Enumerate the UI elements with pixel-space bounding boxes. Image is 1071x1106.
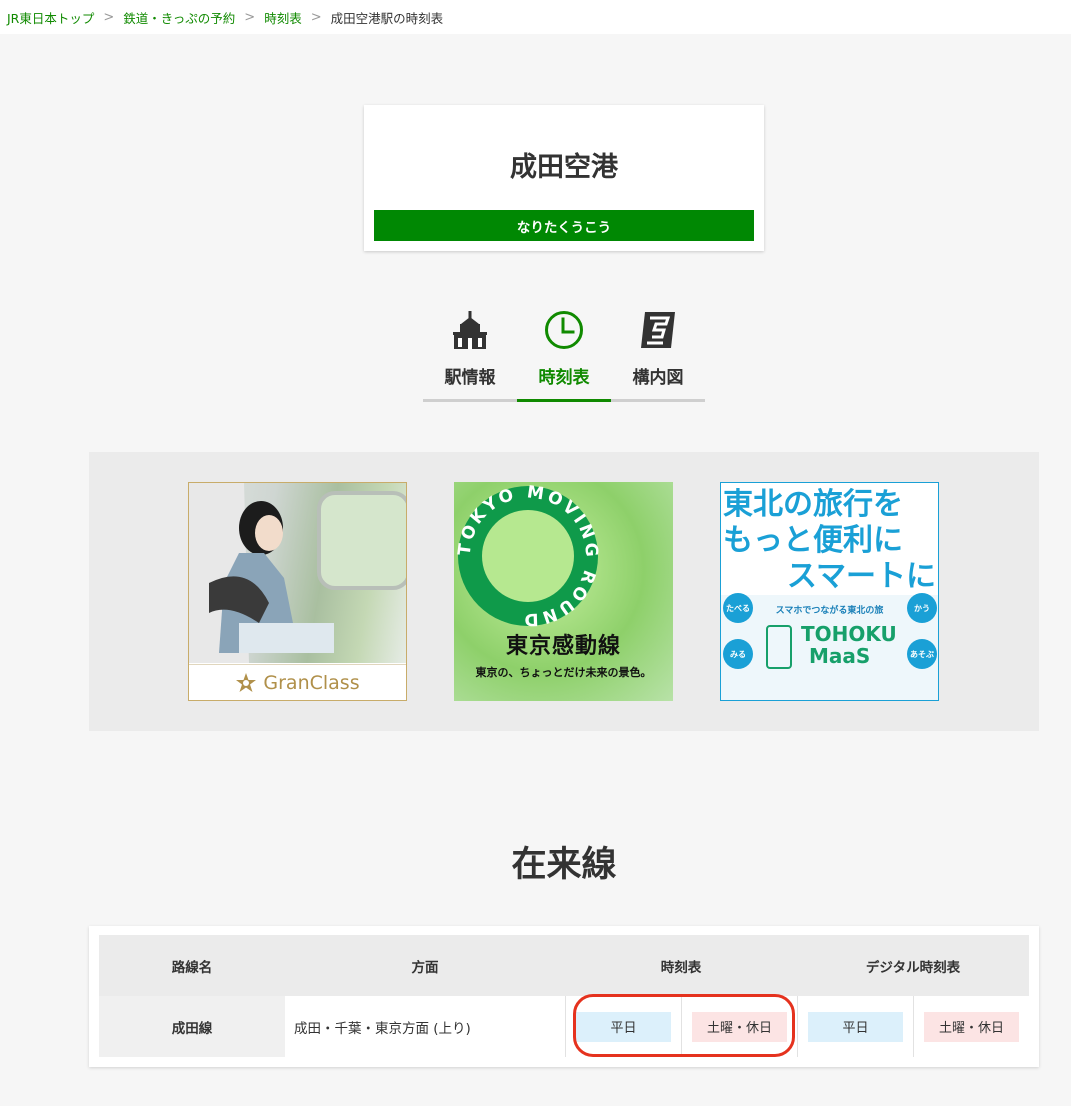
station-tabs: 駅情報 時刻表 構内図 (423, 306, 705, 402)
digital-timetable-holiday-button[interactable]: 土曜・休日 (924, 1011, 1019, 1042)
granclass-logo: GranClass (263, 672, 360, 694)
header-direction: 方面 (411, 959, 439, 976)
clock-icon (545, 311, 583, 349)
tohoku-brand-line1: TOHOKU (801, 622, 897, 646)
chevron-right-icon: > (244, 9, 256, 25)
breadcrumb-link-reservation[interactable]: 鉄道・きっぷの予約 (123, 8, 235, 27)
header-line-name: 路線名 (171, 959, 213, 976)
cell-digital-holiday: 土曜・休日 (913, 996, 1029, 1057)
tab-timetable[interactable]: 時刻表 (517, 306, 611, 402)
timetable-holiday-button[interactable]: 土曜・休日 (692, 1011, 787, 1042)
tohoku-bubble-eat: たべる (723, 593, 753, 623)
tab-station-info[interactable]: 駅情報 (423, 306, 517, 402)
tab-label: 構内図 (632, 368, 684, 388)
tohoku-maas-logo: TOHOKU MaaS (801, 623, 897, 667)
granclass-star-icon (236, 673, 257, 692)
smartphone-icon (766, 625, 792, 669)
banner-tokyo-moving-round[interactable]: TOKYO MOVING ROUND 東京感動線 東京の、ちょっとだけ未来の景色… (454, 482, 673, 701)
tohoku-lower: スマホでつながる東北の旅 たべる かう みる あそぶ TOHOKU MaaS (721, 593, 938, 700)
banner-area: GranClass TOKYO MOVING ROUND 東京感動線 東京の、ち… (89, 452, 1039, 731)
cell-line-name: 成田線 (99, 996, 285, 1057)
header-timetable: 時刻表 (660, 959, 702, 976)
breadcrumb-link-timetable[interactable]: 時刻表 (264, 8, 302, 27)
table-header: 路線名 方面 時刻表 デジタル時刻表 (99, 935, 1029, 996)
timetable-table: 路線名 方面 時刻表 デジタル時刻表 成田線 成田・千葉・東京方面 (上り) 平… (89, 926, 1039, 1067)
tm-ring-label: TOKYO MOVING ROUND (455, 482, 599, 629)
tohoku-brand-line2: MaaS (809, 644, 871, 668)
tab-label: 時刻表 (538, 368, 590, 388)
breadcrumb-link-jr-east-top[interactable]: JR東日本トップ (7, 8, 94, 27)
cell-holiday: 土曜・休日 (681, 996, 797, 1057)
digital-timetable-weekday-button[interactable]: 平日 (808, 1011, 903, 1042)
station-name: 成田空港 (510, 152, 618, 183)
chevron-right-icon: > (310, 9, 322, 25)
granclass-photo (189, 483, 406, 663)
granclass-footer: GranClass (189, 664, 406, 700)
svg-text:TOKYO MOVING ROUND: TOKYO MOVING ROUND (455, 482, 602, 629)
banner-granclass[interactable]: GranClass (188, 482, 407, 701)
breadcrumb: JR東日本トップ > 鉄道・きっぷの予約 > 時刻表 > 成田空港駅の時刻表 (0, 0, 1071, 34)
tohoku-bubble-see: みる (723, 639, 753, 669)
tohoku-tagline: スマホでつながる東北の旅 (775, 606, 884, 616)
tm-title: 東京感動線 (505, 634, 621, 659)
tm-subtitle: 東京の、ちょっとだけ未来の景色。 (475, 666, 652, 679)
header-digital-timetable: デジタル時刻表 (865, 959, 961, 976)
tab-label: 駅情報 (444, 368, 496, 388)
breadcrumb-current: 成田空港駅の時刻表 (330, 10, 444, 26)
section-title-conventional-lines: 在来線 (511, 845, 617, 885)
table-row: 成田線 成田・千葉・東京方面 (上り) 平日 土曜・休日 平日 土曜・休日 (99, 996, 1029, 1057)
timetable-weekday-button[interactable]: 平日 (576, 1011, 671, 1042)
cell-digital-weekday: 平日 (797, 996, 913, 1057)
floor-map-icon (641, 312, 675, 348)
station-card: 成田空港 なりたくうこう (364, 105, 764, 251)
cell-direction: 成田・千葉・東京方面 (上り) (294, 1020, 471, 1037)
tab-floor-map[interactable]: 構内図 (611, 306, 705, 402)
granclass-illustration (189, 483, 406, 663)
station-kana: なりたくうこう (374, 210, 754, 241)
tohoku-bubble-play: あそぶ (907, 639, 937, 669)
tohoku-bubble-buy: かう (907, 593, 937, 623)
chevron-right-icon: > (103, 9, 115, 25)
tm-ring-text-graphic: TOKYO MOVING ROUND (455, 482, 602, 629)
tohoku-headline-3: スマートに (786, 559, 936, 594)
cell-weekday: 平日 (565, 996, 681, 1057)
station-building-icon (453, 311, 487, 349)
banner-tohoku-maas[interactable]: 東北の旅行を もっと便利に スマートに スマホでつながる東北の旅 たべる かう … (720, 482, 939, 701)
